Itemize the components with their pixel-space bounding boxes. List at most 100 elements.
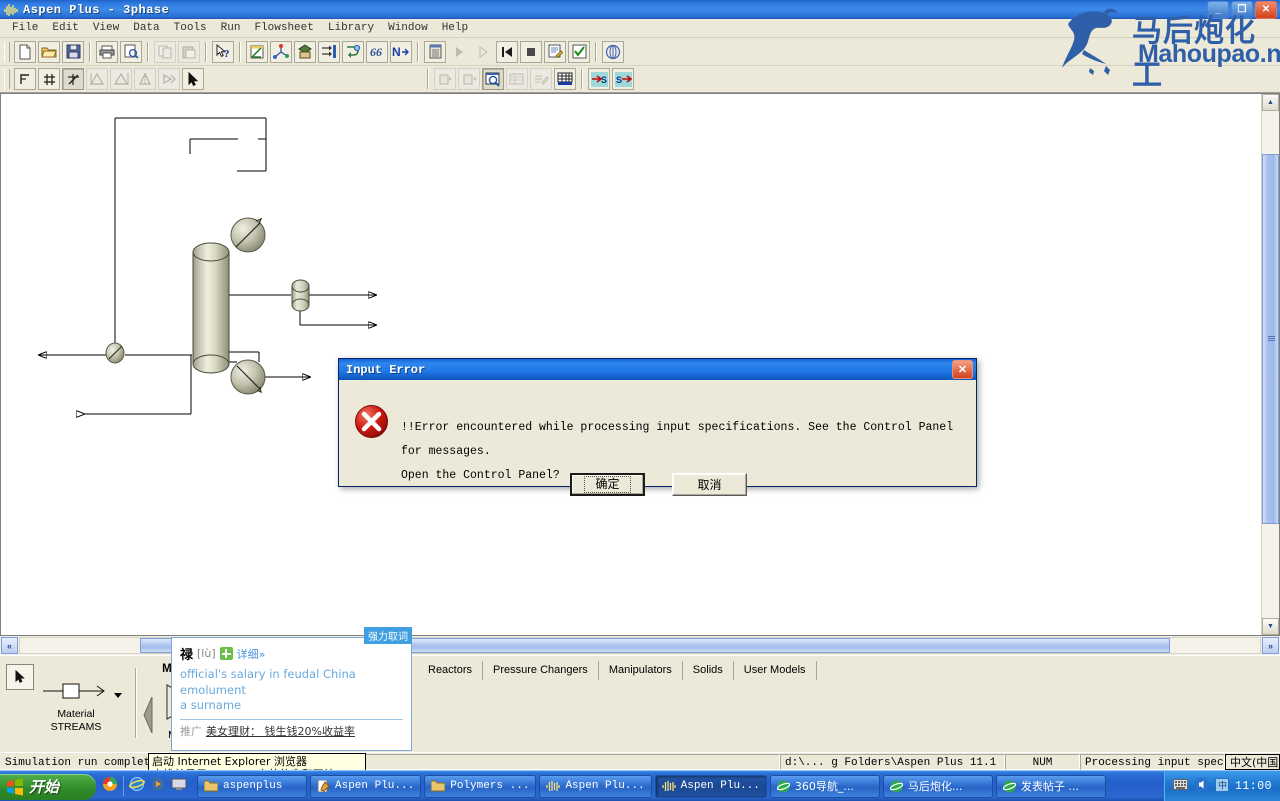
import-stream-icon[interactable]: S: [588, 68, 610, 90]
menu-file[interactable]: File: [5, 20, 45, 36]
binary-analysis-icon[interactable]: 66: [366, 40, 388, 63]
reinitialize-icon[interactable]: [342, 40, 364, 63]
taskbar-item-aspenplus[interactable]: aspenplus: [197, 774, 307, 798]
add-word-icon[interactable]: [219, 647, 233, 660]
error-cross-icon: [354, 404, 389, 439]
ql-media-icon[interactable]: [150, 776, 166, 797]
next-input-icon[interactable]: [246, 40, 268, 63]
control-panel-icon[interactable]: [424, 40, 446, 63]
open-folder-icon[interactable]: [38, 40, 60, 63]
palette-select-tool[interactable]: [6, 664, 34, 690]
align-center-icon: [134, 68, 156, 90]
keyboard-icon[interactable]: [1172, 779, 1188, 793]
restore-button[interactable]: ❐: [1231, 1, 1253, 19]
close-icon: ✕: [957, 364, 968, 376]
definition-item: emolument: [180, 682, 246, 697]
dialog-close-button[interactable]: ✕: [952, 360, 973, 379]
snap-origin-icon[interactable]: [14, 68, 36, 90]
select-arrow-icon[interactable]: [182, 68, 204, 90]
taskbar-item-360-nav[interactable]: 360导航_...: [769, 774, 880, 798]
dialog-title-bar: Input Error ✕: [339, 359, 976, 380]
toolbar-grip[interactable]: [4, 69, 10, 89]
taskbar-item-mahoupao[interactable]: 马后炮化...: [882, 774, 993, 798]
menu-library[interactable]: Library: [321, 20, 381, 36]
svg-text:S: S: [616, 75, 622, 85]
volume-icon[interactable]: [1194, 777, 1209, 795]
palette-scroll-left[interactable]: [142, 696, 156, 738]
properties-icon[interactable]: [270, 40, 292, 63]
aspen-waveform-icon: [3, 3, 19, 17]
dictionary-more-link[interactable]: 详细»: [237, 646, 266, 662]
taskbar-item-post[interactable]: 发表帖子 ...: [995, 774, 1106, 798]
data-browser-icon[interactable]: [294, 40, 316, 63]
menu-flowsheet[interactable]: Flowsheet: [247, 20, 320, 36]
start-button[interactable]: 开始: [0, 773, 96, 800]
ime-icon[interactable]: 中: [1214, 777, 1229, 795]
taskbar-item-aspen-active[interactable]: Aspen Plu...: [654, 774, 767, 798]
close-button[interactable]: ✕: [1255, 1, 1277, 19]
toolbar-separator: [205, 41, 207, 62]
windows-flag-icon: [7, 778, 23, 795]
print-icon[interactable]: [96, 40, 118, 63]
dictionary-definitions: official's salary in feudal China emolum…: [172, 665, 411, 714]
menu-run[interactable]: Run: [214, 20, 248, 36]
taskbar-item-aspen-doc[interactable]: Aspen Plu...: [310, 774, 422, 798]
zoom-out-icon: [458, 68, 480, 90]
ql-ie-icon[interactable]: [129, 776, 145, 797]
scroll-right-button[interactable]: »: [1262, 637, 1279, 654]
menu-help[interactable]: Help: [435, 20, 475, 36]
print-preview-icon[interactable]: [120, 40, 142, 63]
check-results-icon[interactable]: [568, 40, 590, 63]
taskbar-item-label: 360导航_...: [794, 780, 854, 793]
taskbar-item-label: Polymers ...: [450, 780, 530, 792]
grid-icon[interactable]: [38, 68, 60, 90]
menu-window[interactable]: Window: [381, 20, 435, 36]
taskbar-item-aspen-1[interactable]: Aspen Plu...: [539, 774, 652, 798]
save-icon[interactable]: [62, 40, 84, 63]
copy-icon: [154, 40, 176, 63]
export-stream-icon[interactable]: S: [612, 68, 634, 90]
palette-item-material-stream[interactable]: Material STREAMS: [40, 680, 112, 733]
palette-group-streams: Material STREAMS: [34, 662, 132, 746]
scroll-down-button[interactable]: ▼: [1262, 618, 1279, 635]
zoom-window-icon[interactable]: [482, 68, 504, 90]
canvas-vertical-scrollbar[interactable]: ▲ ▼: [1261, 94, 1279, 635]
scroll-left-button[interactable]: «: [1, 637, 18, 654]
step-icon: [472, 41, 494, 63]
aspen-model-icon[interactable]: [602, 40, 624, 63]
new-icon[interactable]: [14, 40, 36, 63]
vertical-scroll-thumb[interactable]: [1262, 154, 1279, 524]
dialog-cancel-button[interactable]: 取消: [672, 473, 747, 496]
ime-indicator-cell[interactable]: 中文(中国): [1225, 753, 1280, 770]
folder-icon: [204, 780, 218, 792]
stop-icon[interactable]: [520, 40, 542, 63]
ad-link[interactable]: 美女理财： 钱生钱20%收益率: [206, 723, 355, 739]
align-right-icon: [110, 68, 132, 90]
help-pointer-icon[interactable]: ?: [212, 40, 234, 63]
menu-tools[interactable]: Tools: [167, 20, 214, 36]
global-data-icon[interactable]: [554, 68, 576, 90]
next-step-icon[interactable]: N: [390, 40, 412, 63]
taskbar-buttons: aspenplus Aspen Plu... Polymers ... Aspe…: [193, 771, 1164, 801]
svg-text:S: S: [601, 75, 607, 85]
toolbar-grip[interactable]: [4, 41, 10, 62]
taskbar-item-label: Aspen Plu...: [680, 780, 760, 792]
dialog-ok-button[interactable]: 确定: [570, 473, 645, 496]
snap-to-grid-icon[interactable]: [62, 68, 84, 90]
menu-data[interactable]: Data: [126, 20, 166, 36]
taskbar-item-polymers[interactable]: Polymers ...: [424, 774, 537, 798]
reset-icon[interactable]: [496, 40, 518, 63]
minimize-button[interactable]: _: [1207, 1, 1229, 19]
taskbar-item-label: 发表帖子 ...: [1020, 780, 1079, 793]
ql-desktop-icon[interactable]: [171, 776, 187, 797]
taskbar-clock[interactable]: 11:00: [1235, 780, 1272, 793]
menu-edit[interactable]: Edit: [45, 20, 85, 36]
material-stream-dropdown[interactable]: [114, 693, 126, 698]
material-stream-icon: [43, 683, 105, 699]
stream-summary-icon[interactable]: [318, 40, 340, 63]
ql-360-icon[interactable]: [102, 776, 118, 797]
results-icon[interactable]: [544, 40, 566, 63]
menu-view[interactable]: View: [86, 20, 126, 36]
browser-icon: [776, 780, 790, 792]
scroll-up-button[interactable]: ▲: [1262, 94, 1279, 111]
